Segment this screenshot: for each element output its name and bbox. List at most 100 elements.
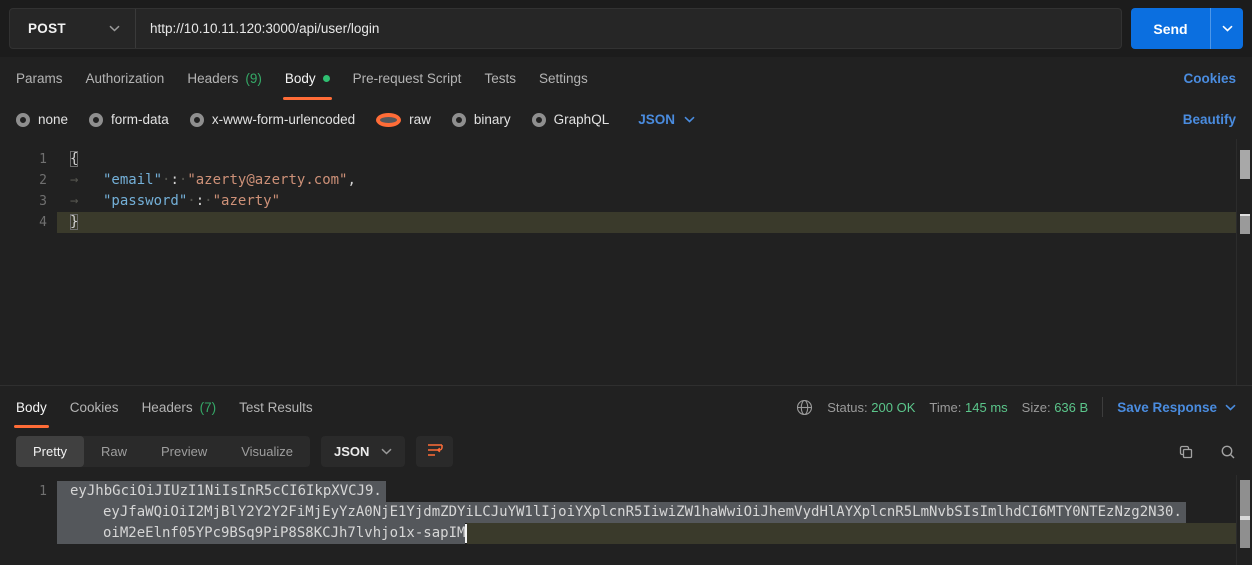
- copy-button[interactable]: [1178, 444, 1194, 460]
- status-badge: Status: 200 OK: [827, 400, 915, 415]
- response-line-wrapped: oiM2eElnf05YPc9BSq9PiP8S8KCJh7lvhjo1x-sa…: [0, 523, 1252, 544]
- line-number-gutter: [0, 523, 57, 544]
- method-selector[interactable]: POST: [10, 9, 136, 48]
- response-language-selector[interactable]: JSON: [321, 436, 405, 467]
- url-text: http://10.10.11.120:3000/api/user/login: [150, 21, 379, 36]
- bodytype-none[interactable]: none: [16, 112, 68, 127]
- scrollbar-thumb[interactable]: [1240, 150, 1250, 179]
- space-marker: ·: [187, 193, 195, 209]
- save-response-button[interactable]: Save Response: [1117, 400, 1236, 415]
- editor-line: 2 →"email"·:·"azerty@azerty.com",: [0, 170, 1252, 191]
- line-number: 1: [0, 481, 57, 502]
- chevron-down-icon: [1222, 25, 1233, 32]
- jwt-token-part-1: eyJhbGciOiJIUzI1NiIsInR5cCI6IkpXVCJ9.: [57, 481, 386, 502]
- editor-line: 3 →"password"·:·"azerty": [0, 191, 1252, 212]
- cookies-link[interactable]: Cookies: [1183, 71, 1236, 86]
- view-raw[interactable]: Raw: [84, 436, 144, 467]
- chevron-down-icon: [684, 116, 695, 123]
- response-toolbar: Pretty Raw Preview Visualize JSON: [0, 428, 1252, 475]
- bodytype-raw[interactable]: raw: [376, 112, 431, 127]
- editor-scrollbar[interactable]: [1236, 139, 1252, 385]
- response-view-switcher: Pretty Raw Preview Visualize: [16, 436, 310, 467]
- url-container: POST http://10.10.11.120:3000/api/user/l…: [9, 8, 1122, 49]
- json-key: "password": [103, 193, 187, 209]
- bodytype-urlencoded[interactable]: x-www-form-urlencoded: [190, 112, 355, 127]
- line-number: 2: [0, 170, 57, 191]
- editor-current-line: 4 }: [0, 212, 1252, 233]
- radio-selected-icon: [376, 113, 401, 127]
- bodytype-binary[interactable]: binary: [452, 112, 511, 127]
- copy-icon: [1178, 444, 1194, 460]
- wrap-text-icon: [426, 442, 444, 462]
- json-key: "email": [103, 172, 162, 188]
- line-number-gutter: [0, 502, 57, 523]
- response-line-wrapped: eyJfaWQiOiI2MjBlY2Y2Y2FiMjEyYzA0NjE1Yjdm…: [0, 502, 1252, 523]
- tab-tests[interactable]: Tests: [484, 57, 516, 100]
- json-value: "azerty@azerty.com": [187, 172, 347, 188]
- view-visualize[interactable]: Visualize: [224, 436, 310, 467]
- response-action-icons: [1178, 444, 1236, 460]
- tab-prerequest-script[interactable]: Pre-request Script: [353, 57, 462, 100]
- search-icon: [1220, 444, 1236, 460]
- line-number: 4: [0, 212, 57, 233]
- tab-whitespace-marker: →: [70, 191, 103, 212]
- chevron-down-icon: [109, 25, 120, 32]
- bodytype-graphql[interactable]: GraphQL: [532, 112, 610, 127]
- radio-icon: [190, 113, 204, 127]
- response-headers-count-badge: (7): [200, 400, 217, 415]
- radio-icon: [532, 113, 546, 127]
- open-brace: {: [70, 151, 78, 167]
- wrap-text-button[interactable]: [416, 436, 453, 467]
- bodytype-form-data[interactable]: form-data: [89, 112, 169, 127]
- url-input[interactable]: http://10.10.11.120:3000/api/user/login: [136, 9, 1121, 48]
- tab-whitespace-marker: →: [70, 170, 103, 191]
- radio-icon: [89, 113, 103, 127]
- request-url-bar: POST http://10.10.11.120:3000/api/user/l…: [0, 0, 1252, 57]
- response-tab-headers[interactable]: Headers (7): [142, 386, 217, 428]
- space-marker: ·: [204, 193, 212, 209]
- time-badge: Time: 145 ms: [929, 400, 1007, 415]
- search-button[interactable]: [1220, 444, 1236, 460]
- response-tab-test-results[interactable]: Test Results: [239, 386, 313, 428]
- current-line-highlight: [467, 523, 1236, 544]
- headers-count-badge: (9): [245, 71, 262, 86]
- tab-body[interactable]: Body: [285, 57, 330, 100]
- line-number: 1: [0, 149, 57, 170]
- divider: [1102, 397, 1103, 417]
- view-pretty[interactable]: Pretty: [16, 436, 84, 467]
- json-value: "azerty": [213, 193, 280, 209]
- method-label: POST: [28, 21, 66, 36]
- view-preview[interactable]: Preview: [144, 436, 224, 467]
- radio-icon: [452, 113, 466, 127]
- tab-authorization[interactable]: Authorization: [86, 57, 165, 100]
- send-button[interactable]: Send: [1131, 8, 1210, 49]
- current-line-marker: [1240, 214, 1250, 234]
- current-line-marker: [1240, 516, 1250, 520]
- postman-window: POST http://10.10.11.120:3000/api/user/l…: [0, 0, 1252, 565]
- beautify-link[interactable]: Beautify: [1183, 112, 1236, 127]
- scrollbar-thumb[interactable]: [1240, 480, 1250, 548]
- globe-icon[interactable]: [796, 399, 813, 416]
- tab-settings[interactable]: Settings: [539, 57, 588, 100]
- response-scrollbar[interactable]: [1236, 475, 1252, 565]
- response-header: Body Cookies Headers (7) Test Results St…: [0, 385, 1252, 428]
- response-line: 1 eyJhbGciOiJIUzI1NiIsInR5cCI6IkpXVCJ9.: [0, 481, 1252, 502]
- response-tab-body[interactable]: Body: [16, 386, 47, 428]
- modified-dot: [323, 75, 330, 82]
- send-options-button[interactable]: [1210, 8, 1243, 49]
- radio-icon: [16, 113, 30, 127]
- chevron-down-icon: [381, 448, 392, 455]
- chevron-down-icon: [1225, 404, 1236, 411]
- line-number: 3: [0, 191, 57, 212]
- body-type-row: none form-data x-www-form-urlencoded raw…: [0, 100, 1252, 139]
- raw-language-selector[interactable]: JSON: [638, 112, 695, 127]
- editor-line: 1 {: [0, 149, 1252, 170]
- response-body-viewer[interactable]: 1 eyJhbGciOiJIUzI1NiIsInR5cCI6IkpXVCJ9. …: [0, 475, 1252, 565]
- tab-headers[interactable]: Headers (9): [187, 57, 262, 100]
- close-brace: }: [70, 214, 78, 230]
- request-body-editor[interactable]: 1 { 2 →"email"·:·"azerty@azerty.com", 3 …: [0, 139, 1252, 385]
- response-meta: Status: 200 OK Time: 145 ms Size: 636 B …: [796, 386, 1236, 428]
- jwt-token-part-2: eyJfaWQiOiI2MjBlY2Y2Y2FiMjEyYzA0NjE1Yjdm…: [57, 502, 1186, 523]
- response-tab-cookies[interactable]: Cookies: [70, 386, 119, 428]
- tab-params[interactable]: Params: [16, 57, 63, 100]
